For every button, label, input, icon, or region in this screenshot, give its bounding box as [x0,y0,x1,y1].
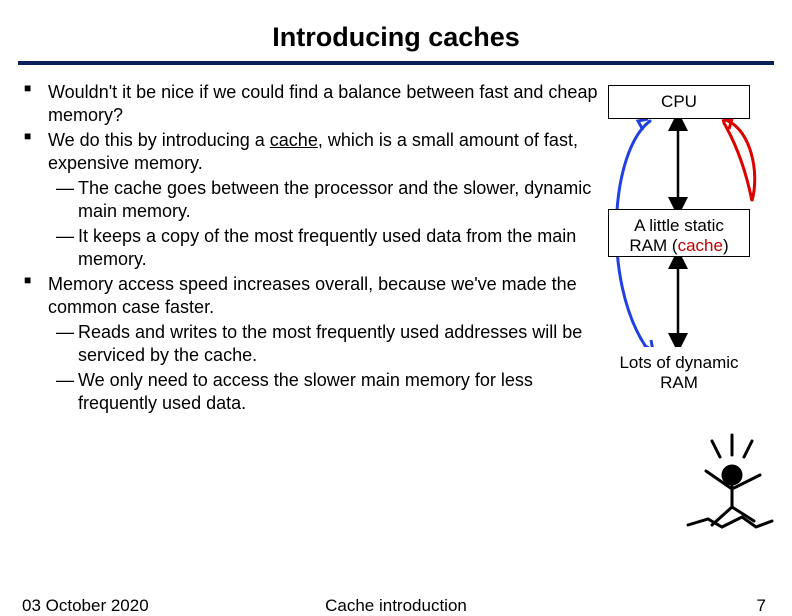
bullet-2-sub2: It keeps a copy of the most frequently u… [20,225,600,271]
bullet-3: Memory access speed increases overall, b… [20,273,600,319]
cache-box: A little static RAM (cache) [608,209,750,257]
bullet-3-sub2: We only need to access the slower main m… [20,369,600,415]
bullet-1: Wouldn't it be nice if we could find a b… [20,81,600,127]
dram-box: Lots of dynamic RAM [608,347,750,399]
cache-label-red: cache [678,236,723,255]
bullet-2-pre: We do this by introducing a [48,130,270,150]
footer-title: Cache introduction [0,596,792,616]
bullet-3-sub1: Reads and writes to the most frequently … [20,321,600,367]
bullet-column: Wouldn't it be nice if we could find a b… [20,81,600,417]
slide-title: Introducing caches [0,0,792,61]
title-rule [18,61,774,65]
cpu-label: CPU [661,92,697,111]
cache-underline: cache [270,130,318,150]
page-number: 7 [757,596,766,616]
content-area: Wouldn't it be nice if we could find a b… [0,81,792,417]
cache-label-b: ) [723,236,729,255]
diagram-column: CPU A little static RAM (cache) Lots of … [600,81,770,417]
bullet-2: We do this by introducing a cache, which… [20,129,600,175]
bullet-2-sub1: The cache goes between the processor and… [20,177,600,223]
stick-figure-icon [682,417,774,529]
cpu-box: CPU [608,85,750,119]
dram-label: Lots of dynamic RAM [619,353,738,392]
